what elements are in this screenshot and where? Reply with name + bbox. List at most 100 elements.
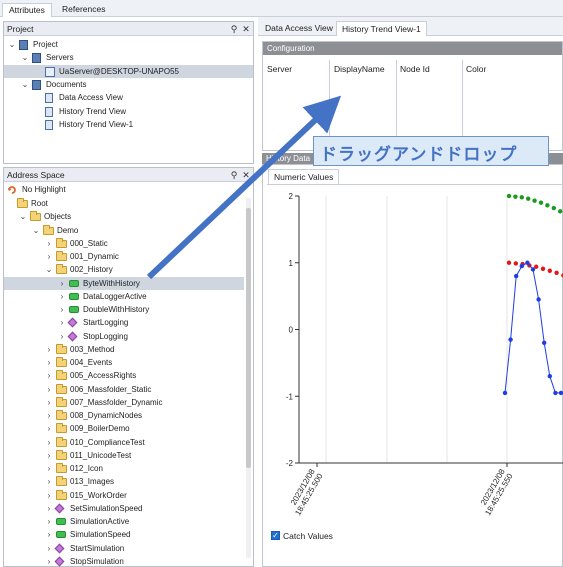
address-tree-item[interactable]: › 001_Dynamic — [4, 250, 244, 263]
chevron-right-icon[interactable]: › — [45, 449, 53, 462]
tab-numeric-values[interactable]: Numeric Values — [268, 169, 340, 184]
address-tree-item[interactable]: › 011_UnicodeTest — [4, 449, 244, 462]
chevron-right-icon[interactable]: › — [58, 277, 66, 290]
address-tree-item[interactable]: › ByteWithHistory — [4, 276, 244, 290]
chevron-right-icon[interactable]: › — [45, 436, 53, 449]
column-color[interactable]: Color — [466, 64, 486, 74]
chevron-down-icon[interactable]: ⌄ — [45, 263, 53, 276]
chevron-right-icon[interactable]: › — [58, 316, 66, 329]
column-server[interactable]: Server — [267, 64, 292, 74]
chevron-right-icon[interactable]: › — [45, 409, 53, 422]
chevron-right-icon[interactable]: › — [45, 422, 53, 435]
chevron-right-icon[interactable]: › — [45, 383, 53, 396]
tree-item-label: StartLogging — [83, 318, 129, 328]
chevron-down-icon[interactable]: ⌄ — [19, 210, 27, 223]
chevron-right-icon[interactable]: › — [45, 555, 53, 567]
address-tree-item[interactable]: › StartLogging — [4, 316, 244, 329]
chevron-right-icon[interactable]: › — [58, 290, 66, 303]
address-tree-item[interactable]: › 000_Static — [4, 237, 244, 250]
chevron-right-icon[interactable]: › — [45, 369, 53, 382]
address-tree-item[interactable]: ⌄ 002_History — [4, 263, 244, 276]
project-tree-item[interactable]: UaServer@DESKTOP-UNAPO55 — [4, 64, 253, 78]
chevron-right-icon[interactable]: › — [45, 475, 53, 488]
address-tree-item[interactable]: › 010_ComplianceTest — [4, 436, 244, 449]
chevron-right-icon[interactable]: › — [45, 462, 53, 475]
chevron-right-icon[interactable]: › — [45, 542, 53, 555]
address-tree-item[interactable]: › 003_Method — [4, 343, 244, 356]
tab-data-access-view[interactable]: Data Access View — [260, 21, 338, 36]
chevron-right-icon[interactable]: › — [45, 396, 53, 409]
y-tick-label: -2 — [286, 459, 294, 468]
document-icon — [32, 79, 41, 90]
address-tree-item[interactable]: › SetSimulationSpeed — [4, 502, 244, 515]
tree-item-label: 015_WorkOrder — [70, 490, 127, 500]
column-displayname[interactable]: DisplayName — [334, 64, 385, 74]
address-tree-item[interactable]: › 009_BoilerDemo — [4, 422, 244, 435]
chevron-right-icon[interactable]: › — [58, 303, 66, 316]
checkbox-checked-icon[interactable]: ✓ — [271, 531, 280, 540]
pin-icon[interactable]: ⚲ — [229, 170, 239, 180]
chevron-right-icon[interactable]: › — [45, 489, 53, 502]
column-node-id[interactable]: Node Id — [400, 64, 430, 74]
project-tree-item[interactable]: ⌄ Servers — [4, 51, 253, 64]
project-tree-item[interactable]: ⌄ Documents — [4, 78, 253, 91]
address-scrollbar[interactable] — [246, 198, 251, 558]
tab-history-trend-view[interactable]: History Trend View-1 — [336, 21, 427, 36]
chevron-down-icon[interactable]: ⌄ — [21, 78, 29, 91]
document-tab-strip: Data Access View History Trend View-1 — [258, 17, 563, 36]
chevron-right-icon[interactable]: › — [45, 356, 53, 369]
project-tree-item[interactable]: ⌄ Project — [4, 38, 253, 51]
chevron-right-icon[interactable]: › — [45, 515, 53, 528]
address-tree-item[interactable]: › 005_AccessRights — [4, 369, 244, 382]
data-point — [526, 196, 531, 201]
address-tree-item[interactable]: › 012_Icon — [4, 462, 244, 475]
close-icon[interactable]: ✕ — [241, 170, 251, 180]
tree-item-label: 009_BoilerDemo — [70, 424, 130, 434]
chevron-right-icon[interactable]: › — [58, 330, 66, 343]
chevron-down-icon[interactable]: ⌄ — [8, 38, 16, 51]
folder-icon — [56, 343, 67, 354]
project-tree-item[interactable]: Data Access View — [4, 91, 253, 104]
address-tree-item[interactable]: › 008_DynamicNodes — [4, 409, 244, 422]
folder-icon — [17, 198, 28, 208]
y-tick-label: 0 — [289, 326, 294, 335]
address-tree-item[interactable]: › SimulationSpeed — [4, 528, 244, 541]
pin-icon[interactable]: ⚲ — [229, 24, 239, 34]
address-tree-item[interactable]: › 004_Events — [4, 356, 244, 369]
chevron-down-icon[interactable]: ⌄ — [32, 224, 40, 237]
x-tick-label: 2023/12/0818:45:25.550 — [479, 467, 515, 517]
project-tree-item[interactable]: History Trend View-1 — [4, 118, 253, 131]
chevron-down-icon[interactable]: ⌄ — [21, 51, 29, 64]
address-tree-item[interactable]: › 013_Images — [4, 475, 244, 488]
chevron-right-icon[interactable]: › — [45, 528, 53, 541]
address-tree-item[interactable]: › 007_Massfolder_Dynamic — [4, 396, 244, 409]
address-tree-item[interactable]: › StopLogging — [4, 330, 244, 343]
document-icon — [45, 93, 53, 104]
tab-references[interactable]: References — [56, 3, 111, 17]
chevron-right-icon[interactable]: › — [45, 250, 53, 263]
data-point — [538, 200, 544, 205]
chevron-right-icon[interactable]: › — [45, 237, 53, 250]
address-tree-item[interactable]: ⌄ Demo — [4, 224, 244, 237]
address-tree-item[interactable]: › StopSimulation — [4, 555, 244, 567]
y-tick-label: -1 — [286, 392, 294, 401]
address-tree-item[interactable]: › StartSimulation — [4, 542, 244, 555]
tree-item-label: StopSimulation — [70, 556, 124, 566]
project-tree-item[interactable]: History Trend View — [4, 105, 253, 118]
data-point — [553, 390, 558, 396]
address-tree-item[interactable]: › 006_Massfolder_Static — [4, 383, 244, 396]
data-point — [506, 260, 512, 265]
chevron-right-icon[interactable]: › — [45, 502, 53, 515]
scroll-thumb[interactable] — [246, 208, 251, 468]
address-tree-item[interactable]: Root — [4, 197, 244, 210]
data-point — [532, 198, 537, 203]
address-tree-item[interactable]: › DataLoggerActive — [4, 290, 244, 303]
address-tree-item[interactable]: › SimulationActive — [4, 515, 244, 528]
tab-attributes[interactable]: Attributes — [2, 3, 52, 17]
address-tree-item[interactable]: › 015_WorkOrder — [4, 489, 244, 502]
chevron-right-icon[interactable]: › — [45, 343, 53, 356]
address-tree-item[interactable]: › DoubleWithHistory — [4, 303, 244, 316]
data-point — [547, 374, 552, 379]
address-tree-item[interactable]: ⌄ Objects — [4, 210, 244, 223]
close-icon[interactable]: ✕ — [241, 24, 251, 34]
